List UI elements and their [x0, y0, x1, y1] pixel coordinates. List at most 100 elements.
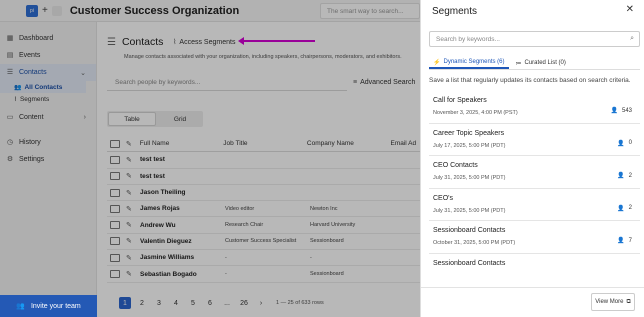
segments-help-text: Save a list that regularly updates its c… [429, 77, 631, 84]
cell-name[interactable]: test test [140, 173, 225, 180]
row-checkbox[interactable] [110, 188, 120, 197]
close-icon[interactable]: ✕ [626, 4, 634, 15]
search-people-input[interactable]: Search people by keywords... [107, 74, 347, 91]
column-header[interactable]: Job Title [223, 140, 307, 147]
sidebar-subitem-label: All Contacts [24, 83, 63, 91]
invite-team-button[interactable]: 👥 Invite your team [0, 295, 97, 317]
list-item[interactable]: Call for Speakers November 3, 2025, 4:00… [429, 91, 640, 124]
row-checkbox[interactable] [110, 270, 120, 279]
row-checkbox[interactable] [110, 221, 120, 230]
segment-name: CEO's [433, 194, 454, 202]
users-icon: 👥 [14, 84, 22, 91]
user-icon: 👤 [617, 238, 625, 244]
segment-date: July 31, 2025, 5:00 PM (PDT) [433, 207, 506, 214]
page-button[interactable]: 5 [187, 297, 199, 309]
row-checkbox[interactable] [110, 155, 120, 164]
access-segments-link[interactable]: ⌇ Access Segments [173, 38, 235, 47]
table-row[interactable]: ✎ test test [107, 169, 420, 185]
table-row[interactable]: ✎ Jasmine Williams - - [107, 250, 420, 267]
annotation-arrow [238, 37, 315, 45]
row-checkbox[interactable] [110, 204, 120, 213]
cell-name[interactable]: test test [140, 156, 225, 163]
view-more-label: View More [595, 299, 624, 305]
add-icon[interactable]: + [42, 5, 48, 16]
tab-table[interactable]: Table [108, 112, 156, 126]
cell-company: - [310, 254, 312, 261]
sidebar-item-label: Content [19, 114, 44, 121]
list-item[interactable]: CEO's July 31, 2025, 5:00 PM (PDT) 👤 2 [429, 189, 640, 221]
row-checkbox[interactable] [110, 172, 120, 181]
column-header[interactable]: Company Name [307, 140, 391, 147]
cell-name[interactable]: Sebastian Bogado [140, 271, 225, 278]
segment-tabs: ⚡ Dynamic Segments (6) ≔ Curated List (0… [429, 57, 640, 70]
sidebar-item-label: Contacts [19, 69, 47, 76]
edit-icon[interactable]: ✎ [126, 254, 136, 262]
table-row[interactable]: ✎ test test [107, 152, 420, 169]
column-header[interactable]: Full Name [140, 140, 224, 147]
sidebar-item-label: Settings [19, 156, 45, 163]
cell-company: Sessionboard [310, 271, 344, 278]
list-item[interactable]: Sessionboard Contacts [429, 254, 640, 270]
column-header[interactable]: Email Ad [390, 140, 420, 147]
table-row[interactable]: ✎ Valentin Dieguez Customer Success Spec… [107, 234, 420, 251]
segments-search-input[interactable]: Search by keywords... ⌕ [429, 31, 640, 47]
next-page-button[interactable]: › [255, 297, 267, 309]
list-item[interactable]: Career Topic Speakers July 17, 2025, 5:0… [429, 124, 640, 156]
page-button[interactable]: 2 [136, 297, 148, 309]
sidebar-item-events[interactable]: ▤ Events [0, 47, 96, 64]
cell-name[interactable]: Jason Theiling [140, 189, 225, 196]
segment-count: 👤 543 [611, 107, 633, 115]
filter-icon: ≡ [353, 79, 358, 86]
cell-name[interactable]: Jasmine Williams [140, 254, 225, 261]
page-button[interactable]: 26 [238, 297, 250, 309]
org-title: Customer Success Organization [69, 4, 240, 17]
sidebar-item-content[interactable]: ▭ Content › [0, 109, 96, 126]
edit-icon[interactable]: ✎ [126, 270, 136, 278]
page-button[interactable]: 6 [204, 297, 216, 309]
edit-icon[interactable]: ✎ [126, 237, 136, 245]
sidebar-item-dashboard[interactable]: ▦ Dashboard [0, 30, 96, 47]
row-checkbox[interactable] [110, 253, 120, 262]
list-item[interactable]: Sessionboard Contacts October 31, 2025, … [429, 221, 640, 254]
edit-icon[interactable]: ✎ [126, 221, 136, 229]
view-more-button[interactable]: View More ⧉ [591, 293, 635, 311]
sidebar-item-settings[interactable]: ⚙ Settings [0, 151, 96, 168]
advanced-search-button[interactable]: ≡ Advanced Search [353, 79, 415, 86]
table-row[interactable]: ✎ Jason Theiling [107, 185, 420, 202]
cell-name[interactable]: Andrew Wu [140, 222, 225, 229]
list-item[interactable]: CEO Contacts July 31, 2025, 5:00 PM (PDT… [429, 156, 640, 189]
page-button[interactable]: 1 [119, 297, 131, 309]
cell-company: Harvard University [310, 222, 356, 229]
app-logo[interactable]: pi [26, 4, 38, 17]
tab-dynamic-segments[interactable]: ⚡ Dynamic Segments (6) [429, 57, 509, 69]
org-logo [51, 5, 62, 16]
sidebar-subitem-all-contacts[interactable]: 👥 All Contacts [0, 81, 86, 93]
table-row[interactable]: ✎ Andrew Wu Research Chair Harvard Unive… [107, 217, 420, 234]
cell-name[interactable]: James Rojas [140, 205, 225, 212]
edit-icon[interactable]: ✎ [126, 172, 136, 180]
sidebar-subitem-segments[interactable]: ⌇ Segments [0, 93, 96, 105]
sidebar-item-contacts[interactable]: ☰ Contacts ⌄ [0, 64, 96, 81]
search-icon: ⌕ [630, 35, 634, 42]
edit-icon[interactable]: ✎ [126, 205, 136, 213]
chevron-right-icon[interactable]: › [84, 114, 86, 121]
dashboard-icon: ▦ [6, 34, 14, 42]
global-search-input[interactable]: The smart way to search... [320, 3, 420, 19]
contacts-table: ✎ Full Name Job Title Company Name Email… [107, 136, 420, 283]
page-button[interactable]: 3 [153, 297, 165, 309]
cell-name[interactable]: Valentin Dieguez [140, 238, 225, 245]
page-ellipsis: ... [224, 299, 230, 307]
table-row[interactable]: ✎ Sebastian Bogado - Sessionboard [107, 266, 420, 283]
table-row[interactable]: ✎ James Rojas Video editor Newton Inc [107, 201, 420, 218]
sidebar-item-history[interactable]: ◷ History [0, 134, 96, 151]
tab-label: Curated List (0) [524, 60, 566, 66]
select-all-checkbox[interactable] [110, 139, 120, 148]
segments-list: Call for Speakers November 3, 2025, 4:00… [429, 91, 640, 269]
chevron-down-icon[interactable]: ⌄ [80, 69, 86, 77]
row-checkbox[interactable] [110, 237, 120, 246]
edit-icon[interactable]: ✎ [126, 156, 136, 164]
edit-icon[interactable]: ✎ [126, 189, 136, 197]
tab-grid[interactable]: Grid [157, 111, 203, 127]
page-button[interactable]: 4 [170, 297, 182, 309]
tab-curated-list[interactable]: ≔ Curated List (0) [512, 57, 570, 69]
